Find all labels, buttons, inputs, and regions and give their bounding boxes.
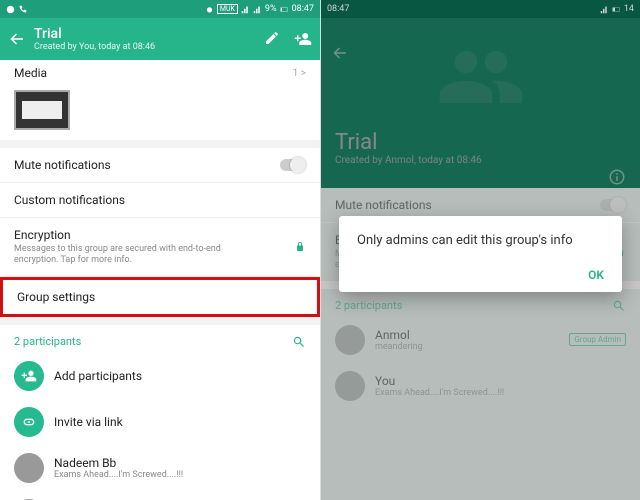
mute-label: Mute notifications <box>14 158 111 172</box>
dialog-ok-button[interactable]: OK <box>357 268 604 282</box>
screen-dialog: 08:47 14 Trial Created by Anmol, today a… <box>320 0 640 500</box>
add-participants-row[interactable]: Add participants <box>0 353 320 399</box>
search-icon[interactable] <box>292 335 306 349</box>
group-settings-label: Group settings <box>17 290 95 304</box>
add-icon <box>14 361 44 391</box>
participants-header: 2 participants <box>0 325 320 353</box>
avatar <box>14 453 44 483</box>
participants-count: 2 participants <box>14 335 81 348</box>
participant-row[interactable]: Nadeem Bb Exams Ahead....I'm Screwed....… <box>0 445 320 491</box>
media-thumbnail[interactable] <box>14 90 70 130</box>
group-subtitle: Created by You, today at 08:46 <box>34 42 264 52</box>
dialog-message: Only admins can edit this group's info <box>357 232 604 250</box>
battery-icon <box>280 5 289 14</box>
mute-row[interactable]: Mute notifications <box>0 148 320 182</box>
status-bar: MUK 9% 08:47 <box>0 0 320 18</box>
lock-icon <box>294 241 306 253</box>
app-header: Trial Created by You, today at 08:46 <box>0 18 320 60</box>
participant-row[interactable]: You meandering Group Admin <box>0 491 320 500</box>
vpn-badge: MUK <box>217 4 238 14</box>
signal-icon <box>241 5 250 14</box>
signal-icon-2 <box>253 5 262 14</box>
clock: 08:47 <box>292 4 314 14</box>
media-row[interactable]: Media 1 > <box>0 60 320 86</box>
encryption-label: Encryption <box>14 228 264 242</box>
arrow-left-icon <box>8 30 26 48</box>
media-label: Media <box>14 66 47 80</box>
battery-pct: 9% <box>265 4 277 14</box>
mute-toggle[interactable] <box>280 159 306 171</box>
custom-label: Custom notifications <box>14 193 125 207</box>
media-count: 1 > <box>293 68 306 79</box>
group-settings-row[interactable]: Group settings <box>0 277 320 317</box>
back-button[interactable] <box>8 30 28 48</box>
encryption-sub: Messages to this group are secured with … <box>14 244 264 266</box>
encryption-row[interactable]: Encryption Messages to this group are se… <box>0 218 320 276</box>
alarm-icon <box>205 5 214 14</box>
dialog: Only admins can edit this group's info O… <box>339 216 622 292</box>
participant-name: Invite via link <box>54 415 306 429</box>
participant-name: Add participants <box>54 369 306 383</box>
invite-link-row[interactable]: Invite via link <box>0 399 320 445</box>
edit-icon[interactable] <box>264 30 280 46</box>
group-title: Trial <box>34 26 264 42</box>
participant-status: Exams Ahead....I'm Screwed....!!! <box>54 470 306 480</box>
custom-notifications-row[interactable]: Custom notifications <box>0 183 320 217</box>
whatsapp-icon <box>6 5 15 14</box>
link-icon <box>14 407 44 437</box>
screen-group-info: MUK 9% 08:47 Trial Created by You, today… <box>0 0 320 500</box>
participant-name: Nadeem Bb <box>54 456 306 470</box>
add-person-icon[interactable] <box>294 30 312 48</box>
phone-icon <box>18 5 27 14</box>
